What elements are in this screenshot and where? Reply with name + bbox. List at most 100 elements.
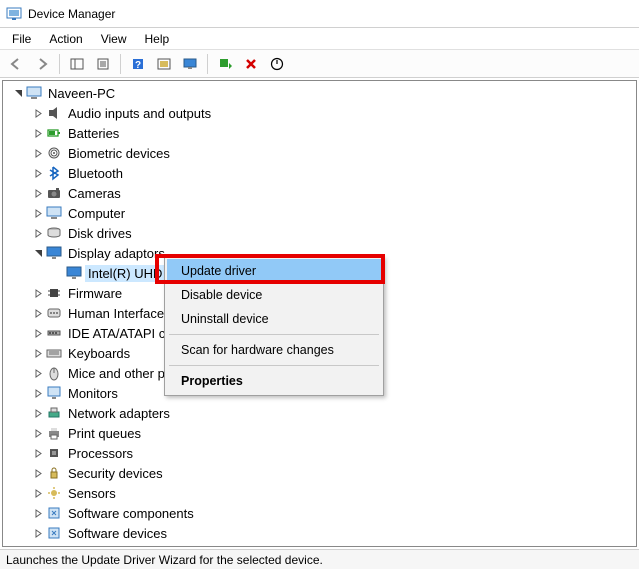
tree-expander[interactable]: [31, 446, 45, 460]
tree-node-label: Processors: [65, 445, 136, 462]
ide-icon: [45, 325, 63, 341]
tree-node-label: Keyboards: [65, 345, 133, 362]
tree-node-label: Sound, video and game controllers: [65, 545, 272, 548]
tree-expander[interactable]: [31, 526, 45, 540]
disk-icon: [45, 225, 63, 241]
tree-expander[interactable]: [31, 506, 45, 520]
tree-category[interactable]: Computer: [3, 203, 636, 223]
mouse-icon: [45, 365, 63, 381]
update-driver-button[interactable]: [152, 53, 176, 75]
tree-expander[interactable]: [31, 226, 45, 240]
tree-category[interactable]: Biometric devices: [3, 143, 636, 163]
tree-node-label: Disk drives: [65, 225, 135, 242]
tree-expander[interactable]: [31, 106, 45, 120]
camera-icon: [45, 185, 63, 201]
tree-root[interactable]: Naveen-PC: [3, 83, 636, 103]
tree-category[interactable]: Batteries: [3, 123, 636, 143]
tree-category[interactable]: Software components: [3, 503, 636, 523]
help-button[interactable]: ?: [126, 53, 150, 75]
tree-node-label: Software devices: [65, 525, 170, 542]
context-menu-item[interactable]: Disable device: [167, 283, 381, 307]
computer-icon: [25, 85, 43, 101]
tree-category[interactable]: Sound, video and game controllers: [3, 543, 636, 547]
software-icon: [45, 505, 63, 521]
context-menu: Update driverDisable deviceUninstall dev…: [164, 256, 384, 396]
statusbar-text: Launches the Update Driver Wizard for th…: [6, 553, 323, 567]
tree-expander[interactable]: [11, 86, 25, 100]
tree-expander[interactable]: [31, 186, 45, 200]
cpu-icon: [45, 445, 63, 461]
menu-file[interactable]: File: [4, 30, 39, 48]
tree-expander[interactable]: [31, 466, 45, 480]
tree-node-label: Display adaptors: [65, 245, 168, 262]
tree-expander[interactable]: [31, 126, 45, 140]
show-console-tree-button[interactable]: [65, 53, 89, 75]
tree-expander[interactable]: [31, 326, 45, 340]
tree-expander[interactable]: [31, 386, 45, 400]
chip-icon: [45, 285, 63, 301]
tree-category[interactable]: Print queues: [3, 423, 636, 443]
tree-node-label: Security devices: [65, 465, 166, 482]
menu-action[interactable]: Action: [41, 30, 90, 48]
network-icon: [45, 405, 63, 421]
tree-expander[interactable]: [31, 486, 45, 500]
tree-node-label: Computer: [65, 205, 128, 222]
tree-node-label: Network adapters: [65, 405, 173, 422]
tree-category[interactable]: Audio inputs and outputs: [3, 103, 636, 123]
tree-category[interactable]: Disk drives: [3, 223, 636, 243]
menu-help[interactable]: Help: [137, 30, 178, 48]
monitor-button[interactable]: [178, 53, 202, 75]
display-icon: [45, 245, 63, 261]
scan-hardware-button[interactable]: [213, 53, 237, 75]
speaker-icon: [45, 105, 63, 121]
properties-button[interactable]: [91, 53, 115, 75]
fingerprint-icon: [45, 145, 63, 161]
hid-icon: [45, 305, 63, 321]
context-menu-item[interactable]: Scan for hardware changes: [167, 338, 381, 362]
tree-expander[interactable]: [31, 246, 45, 260]
tree-node-label: Sensors: [65, 485, 119, 502]
context-menu-item[interactable]: Uninstall device: [167, 307, 381, 331]
tree-category[interactable]: Bluetooth: [3, 163, 636, 183]
tree-node-label: Print queues: [65, 425, 144, 442]
tree-category[interactable]: Software devices: [3, 523, 636, 543]
tree-expander[interactable]: [31, 206, 45, 220]
tree-node-label: Batteries: [65, 125, 122, 142]
titlebar: Device Manager: [0, 0, 639, 28]
app-icon: [6, 6, 22, 22]
tree-expander[interactable]: [31, 146, 45, 160]
menu-view[interactable]: View: [93, 30, 135, 48]
tree-category[interactable]: Sensors: [3, 483, 636, 503]
context-menu-item[interactable]: Update driver: [167, 259, 381, 283]
tree-expander[interactable]: [31, 166, 45, 180]
tree-expander[interactable]: [31, 426, 45, 440]
security-icon: [45, 465, 63, 481]
disable-button[interactable]: [265, 53, 289, 75]
forward-button[interactable]: [30, 53, 54, 75]
tree-expander[interactable]: [31, 286, 45, 300]
window-title: Device Manager: [28, 7, 115, 21]
tree-expander[interactable]: [31, 406, 45, 420]
printer-icon: [45, 425, 63, 441]
tree-expander[interactable]: [31, 546, 45, 547]
menubar: File Action View Help: [0, 28, 639, 50]
computer-icon: [45, 205, 63, 221]
monitor-icon: [45, 385, 63, 401]
display-icon: [65, 265, 83, 281]
tree-node-label: Software components: [65, 505, 197, 522]
tree-category[interactable]: Cameras: [3, 183, 636, 203]
context-menu-item[interactable]: Properties: [167, 369, 381, 393]
tree-node-label: Cameras: [65, 185, 124, 202]
uninstall-button[interactable]: [239, 53, 263, 75]
tree-node-label: Monitors: [65, 385, 121, 402]
tree-category[interactable]: Processors: [3, 443, 636, 463]
tree-category[interactable]: Network adapters: [3, 403, 636, 423]
tree-expander[interactable]: [31, 346, 45, 360]
tree-category[interactable]: Security devices: [3, 463, 636, 483]
tree-node-label: Bluetooth: [65, 165, 126, 182]
context-menu-separator: [169, 334, 379, 335]
tree-expander[interactable]: [31, 306, 45, 320]
tree-expander[interactable]: [31, 366, 45, 380]
back-button[interactable]: [4, 53, 28, 75]
tree-node-label: Biometric devices: [65, 145, 173, 162]
